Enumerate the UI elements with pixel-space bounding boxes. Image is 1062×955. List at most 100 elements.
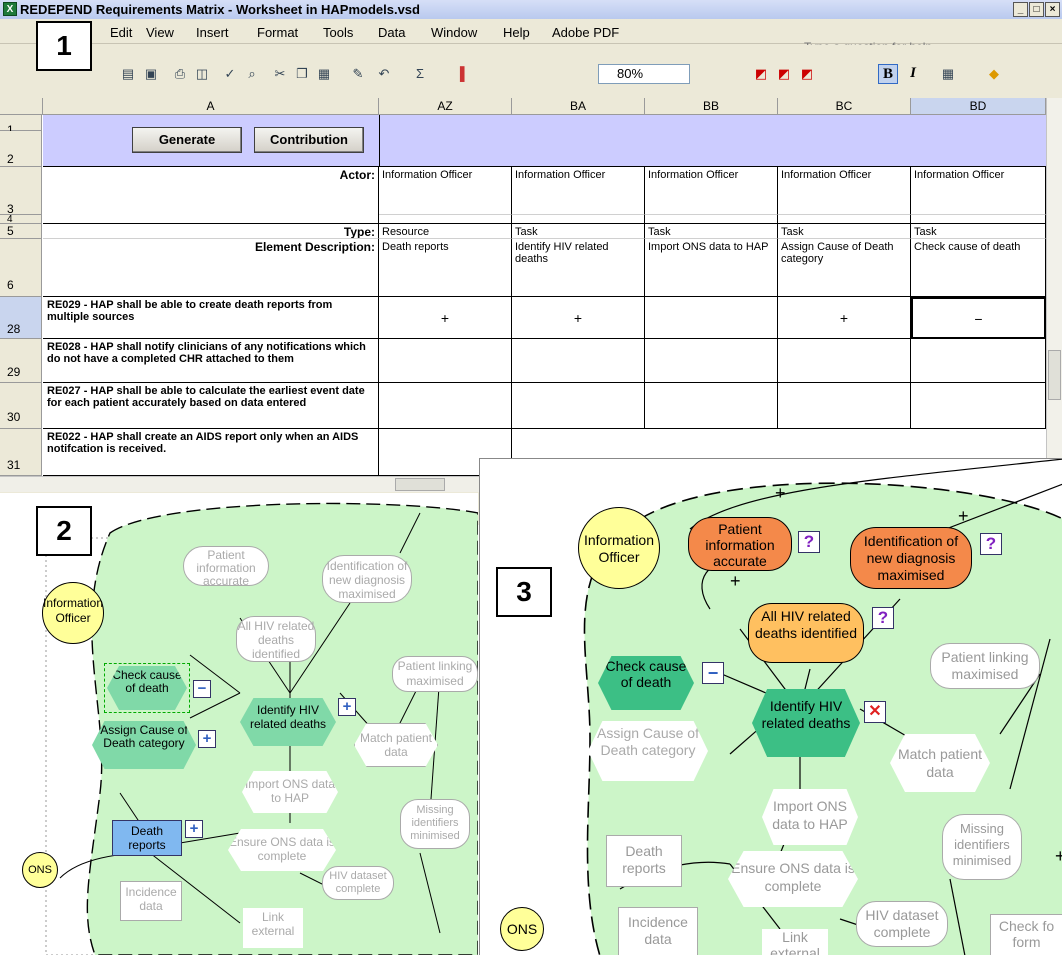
preview-icon[interactable]: ◫ bbox=[194, 66, 210, 82]
task-assign-cause-of-death[interactable]: Assign Cause of Death category bbox=[588, 721, 708, 781]
borders-icon[interactable]: ▦ bbox=[940, 66, 956, 82]
type-cell[interactable]: Task bbox=[778, 224, 911, 239]
row-header-3[interactable]: 3 bbox=[0, 167, 42, 216]
contribution-button[interactable]: Contribution bbox=[254, 127, 364, 153]
row-header-30[interactable]: 30 bbox=[0, 383, 42, 429]
menu-view[interactable]: View bbox=[146, 25, 174, 40]
requirement-cell[interactable]: RE022 - HAP shall create an AIDS report … bbox=[43, 429, 379, 476]
softgoal-identification-maximised[interactable]: Identification of new diagnosis maximise… bbox=[850, 527, 972, 589]
print-icon[interactable]: ⎙ bbox=[172, 66, 188, 82]
softgoal-hiv-dataset-complete[interactable]: HIV dataset complete bbox=[322, 866, 394, 900]
pdf-review-icon[interactable]: ◩ bbox=[799, 66, 815, 82]
restore-button[interactable]: □ bbox=[1029, 2, 1044, 17]
italic-button[interactable]: I bbox=[903, 64, 923, 84]
chart-icon[interactable]: ▐ bbox=[452, 66, 468, 82]
softgoal-missing-identifiers-minimised[interactable]: Missing identifiers minimised bbox=[942, 814, 1022, 880]
row-header-5[interactable]: 5 bbox=[0, 224, 42, 239]
softgoal-patient-information-accurate[interactable]: Patient information accurate bbox=[688, 517, 792, 571]
research-icon[interactable]: ⌕ bbox=[244, 66, 260, 82]
actor-cell[interactable]: Information Officer bbox=[645, 167, 778, 215]
menu-window[interactable]: Window bbox=[431, 25, 477, 40]
menu-data[interactable]: Data bbox=[378, 25, 405, 40]
resource-death-reports[interactable]: Death reports bbox=[112, 820, 182, 856]
description-cell[interactable]: Identify HIV related deaths bbox=[512, 239, 645, 297]
task-import-ons-data[interactable]: Import ONS data to HAP bbox=[242, 771, 338, 813]
matrix-cell[interactable]: + bbox=[778, 297, 911, 339]
plus-badge[interactable]: + bbox=[338, 698, 356, 716]
menu-insert[interactable]: Insert bbox=[196, 25, 229, 40]
resource-incidence-data[interactable]: Incidence data bbox=[120, 881, 182, 921]
sum-icon[interactable]: Σ bbox=[412, 66, 428, 82]
type-cell[interactable]: Task bbox=[911, 224, 1046, 239]
matrix-cell[interactable]: + bbox=[379, 297, 512, 339]
description-cell[interactable]: Death reports bbox=[379, 239, 512, 297]
column-header-az[interactable]: AZ bbox=[379, 98, 512, 115]
requirement-cell[interactable]: RE028 - HAP shall notify clinicians of a… bbox=[43, 339, 379, 383]
selection-box[interactable] bbox=[104, 663, 190, 713]
column-header-bc[interactable]: BC bbox=[778, 98, 911, 115]
actor-information-officer[interactable]: Information Officer bbox=[578, 507, 660, 589]
row-header-31[interactable]: 31 bbox=[0, 429, 42, 476]
question-badge[interactable]: ? bbox=[980, 533, 1002, 555]
paste-icon[interactable]: ▦ bbox=[316, 66, 332, 82]
row-header-2[interactable]: 2 bbox=[0, 131, 42, 167]
resource-incidence-data[interactable]: Incidence data bbox=[618, 907, 698, 955]
matrix-cell-selected[interactable]: − bbox=[911, 297, 1046, 339]
task-link-external[interactable]: Link external bbox=[762, 929, 828, 955]
softgoal-identification-maximised[interactable]: Identification of new diagnosis maximise… bbox=[322, 555, 412, 603]
matrix-cell[interactable] bbox=[645, 297, 778, 339]
copy-icon[interactable]: ❐ bbox=[294, 66, 310, 82]
softgoal-missing-identifiers-minimised[interactable]: Missing identifiers minimised bbox=[400, 799, 470, 849]
matrix-cell[interactable] bbox=[379, 339, 512, 383]
matrix-cell[interactable] bbox=[778, 339, 911, 383]
minus-badge[interactable]: − bbox=[193, 680, 211, 698]
type-cell[interactable]: Task bbox=[512, 224, 645, 239]
actor-cell[interactable]: Information Officer bbox=[512, 167, 645, 215]
matrix-cell[interactable] bbox=[379, 383, 512, 429]
fill-color-icon[interactable]: ◆ bbox=[986, 66, 1002, 82]
column-header-bb[interactable]: BB bbox=[645, 98, 778, 115]
close-button[interactable]: × bbox=[1045, 2, 1060, 17]
task-identify-hiv-deaths[interactable]: Identify HIV related deaths bbox=[752, 689, 860, 757]
cross-badge[interactable]: ✕ bbox=[864, 701, 886, 723]
softgoal-patient-linking-maximised[interactable]: Patient linking maximised bbox=[930, 643, 1040, 689]
task-match-patient-data[interactable]: Match patient data bbox=[354, 723, 438, 767]
pdf-convert-icon[interactable]: ◩ bbox=[753, 66, 769, 82]
matrix-cell[interactable] bbox=[645, 383, 778, 429]
resource-death-reports[interactable]: Death reports bbox=[606, 835, 682, 887]
matrix-cell[interactable] bbox=[911, 339, 1046, 383]
task-assign-cause-of-death[interactable]: Assign Cause of Death category bbox=[92, 721, 196, 769]
softgoal-patient-linking-maximised[interactable]: Patient linking maximised bbox=[392, 656, 478, 692]
actor-ons[interactable]: ONS bbox=[500, 907, 544, 951]
actor-cell[interactable]: Information Officer bbox=[778, 167, 911, 215]
menu-adobe-pdf[interactable]: Adobe PDF bbox=[552, 25, 619, 40]
matrix-cell[interactable] bbox=[512, 339, 645, 383]
permission-icon[interactable]: ▣ bbox=[143, 66, 159, 82]
question-badge[interactable]: ? bbox=[798, 531, 820, 553]
matrix-cell[interactable]: + bbox=[512, 297, 645, 339]
type-cell[interactable]: Task bbox=[645, 224, 778, 239]
actor-cell[interactable]: Information Officer bbox=[379, 167, 512, 215]
minus-badge[interactable]: − bbox=[702, 662, 724, 684]
undo-icon[interactable]: ↶ bbox=[376, 66, 392, 82]
softgoal-all-hiv-deaths-identified[interactable]: All HIV related deaths identified bbox=[748, 603, 864, 663]
column-header-ba[interactable]: BA bbox=[512, 98, 645, 115]
bold-button[interactable]: B bbox=[878, 64, 898, 84]
menu-format[interactable]: Format bbox=[257, 25, 298, 40]
description-cell[interactable]: Check cause of death bbox=[911, 239, 1046, 297]
row-header-4[interactable]: 4 bbox=[0, 215, 42, 225]
matrix-cell[interactable] bbox=[778, 383, 911, 429]
task-identify-hiv-deaths[interactable]: Identify HIV related deaths bbox=[240, 698, 336, 746]
plus-badge[interactable]: + bbox=[198, 730, 216, 748]
task-check-cause-of-death[interactable]: Check cause of death bbox=[598, 656, 694, 710]
save-icon[interactable]: ▤ bbox=[120, 66, 136, 82]
menu-edit[interactable]: Edit bbox=[110, 25, 132, 40]
softgoal-patient-information-accurate[interactable]: Patient information accurate bbox=[183, 546, 269, 588]
task-ensure-ons-complete[interactable]: Ensure ONS data is complete bbox=[228, 829, 336, 871]
vertical-scrollbar[interactable] bbox=[1046, 98, 1062, 476]
matrix-cell[interactable] bbox=[911, 383, 1046, 429]
description-cell[interactable]: Assign Cause of Death category bbox=[778, 239, 911, 297]
softgoal-all-hiv-deaths-identified[interactable]: All HIV related deaths identified bbox=[236, 616, 316, 662]
spelling-icon[interactable]: ✓ bbox=[222, 66, 238, 82]
menu-help[interactable]: Help bbox=[503, 25, 530, 40]
